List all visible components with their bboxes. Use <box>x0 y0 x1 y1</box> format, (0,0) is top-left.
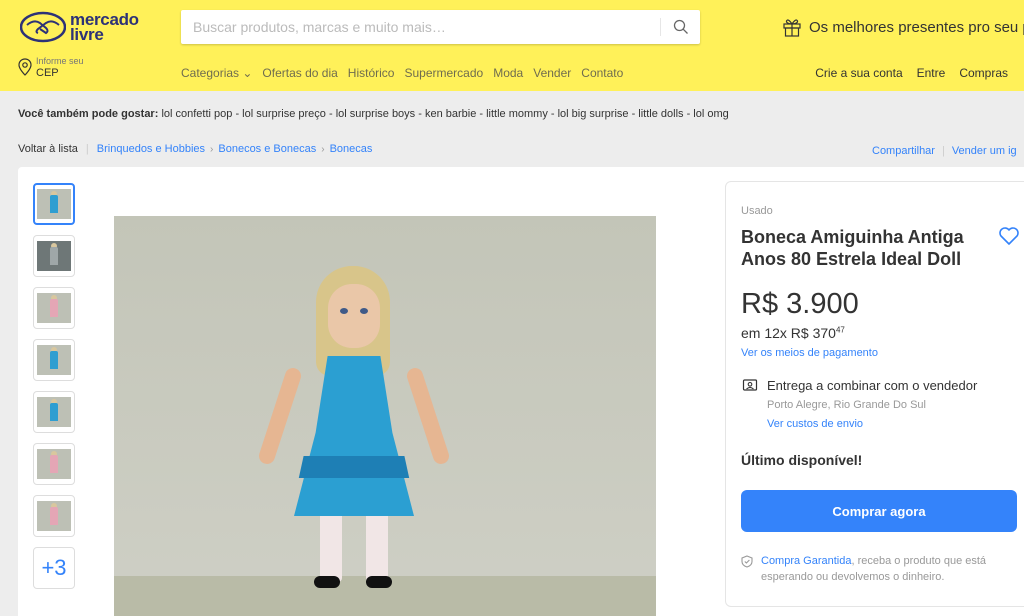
stock-status: Último disponível! <box>741 452 863 468</box>
cep-label: CEP <box>36 67 59 79</box>
product-title: Boneca Amiguinha Antiga Anos 80 Estrela … <box>741 227 964 269</box>
doll-eye <box>360 308 368 314</box>
thumbnail-image <box>37 293 71 323</box>
thumbnail-2[interactable] <box>33 235 75 277</box>
related-searches: Você também pode gostar: lol confetti po… <box>18 108 729 120</box>
sell-one-link[interactable]: Vender um ig <box>952 145 1017 157</box>
shipping-costs-link[interactable]: Ver custos de envio <box>767 418 863 430</box>
doll-shoe <box>314 576 340 588</box>
share-link[interactable]: Compartilhar <box>872 145 935 157</box>
thumbnail-3[interactable] <box>33 287 75 329</box>
thumbnail-4[interactable] <box>33 339 75 381</box>
mercado-livre-logo[interactable]: mercado livre <box>20 10 140 44</box>
doll-shoe <box>366 576 392 588</box>
nav-historico[interactable]: Histórico <box>348 66 395 80</box>
main-product-photo[interactable] <box>114 216 656 616</box>
back-to-list-link[interactable]: Voltar à lista <box>18 143 78 155</box>
installments-cents: 47 <box>835 325 845 335</box>
handshake-logo-icon <box>20 11 66 43</box>
guarantee-text-block: Compra Garantida, receba o produto que e… <box>761 553 1021 585</box>
installments-text: em 12x R$ 370 <box>741 325 836 341</box>
thumbnail-1[interactable] <box>33 183 75 225</box>
shipping-title: Entrega a combinar com o vendedor <box>767 378 978 393</box>
doll-leg <box>320 512 342 582</box>
search-input[interactable] <box>193 10 653 44</box>
shield-check-icon <box>741 555 753 568</box>
doll-leg <box>366 512 388 582</box>
product-price: R$ 3.900 <box>741 288 859 320</box>
location-pin-icon <box>18 58 32 76</box>
thumbnail-6[interactable] <box>33 443 75 485</box>
more-photos-button[interactable]: +3 <box>33 547 75 589</box>
thumbnail-image <box>37 397 71 427</box>
related-items[interactable]: lol confetti pop - lol surprise preço - … <box>161 108 728 120</box>
buy-now-button[interactable]: Comprar agora <box>741 490 1017 532</box>
heart-icon <box>999 227 1019 245</box>
share-bar: Compartilhar | Vender um ig <box>872 145 1017 157</box>
doll-eye <box>340 308 348 314</box>
related-label: Você também pode gostar: <box>18 108 159 120</box>
search-button[interactable] <box>661 10 700 44</box>
breadcrumb-item-bonecas[interactable]: Bonecas <box>330 143 373 155</box>
chevron-right-icon: › <box>321 143 325 155</box>
breadcrumb-separator: | <box>85 143 89 155</box>
buy-box: Usado Boneca Amiguinha Antiga Anos 80 Es… <box>725 181 1024 607</box>
thumbnail-image <box>37 241 71 271</box>
thumbnail-image <box>37 189 71 219</box>
nav-ofertas[interactable]: Ofertas do dia <box>262 66 337 80</box>
create-account-link[interactable]: Crie a sua conta <box>815 66 902 80</box>
thumbnail-image <box>37 501 71 531</box>
cep-label-small: Informe seu <box>36 56 84 66</box>
thumbnail-image <box>37 449 71 479</box>
share-separator: | <box>941 145 945 157</box>
gallery-thumbnails: +3 <box>33 183 75 599</box>
nav-contato[interactable]: Contato <box>581 66 623 80</box>
breadcrumb: Voltar à lista | Brinquedos e Hobbies › … <box>18 143 372 155</box>
logo-text: mercado livre <box>70 11 139 44</box>
thumbnail-7[interactable] <box>33 495 75 537</box>
doll-face <box>328 284 380 348</box>
installments: em 12x R$ 37047 <box>741 325 845 341</box>
header: mercado livre Os melhores presentes pro … <box>0 0 1024 91</box>
nav-vender[interactable]: Vender <box>533 66 571 80</box>
gift-icon <box>783 19 801 37</box>
guarantee-link[interactable]: Compra Garantida <box>761 555 852 567</box>
doll-dress-band <box>298 456 410 478</box>
cep-selector[interactable]: Informe seu CEP <box>18 55 84 79</box>
breadcrumb-item-bonecos[interactable]: Bonecos e Bonecas <box>218 143 316 155</box>
nav-supermercado[interactable]: Supermercado <box>404 66 483 80</box>
search-icon <box>673 19 688 34</box>
nav-categorias[interactable]: Categorias ⌄ <box>181 66 252 80</box>
search-bar <box>181 10 700 44</box>
logo-line-2: livre <box>70 25 104 44</box>
thumbnail-image <box>37 345 71 375</box>
user-nav: Crie a sua conta Entre Compras <box>801 66 1008 80</box>
chevron-right-icon: › <box>210 143 214 155</box>
nav-moda[interactable]: Moda <box>493 66 523 80</box>
main-nav: Categorias ⌄ Ofertas do dia Histórico Su… <box>181 66 633 80</box>
login-link[interactable]: Entre <box>917 66 946 80</box>
pickup-icon <box>742 379 758 391</box>
favorite-button[interactable] <box>998 226 1020 251</box>
more-photos-label: +3 <box>41 555 67 580</box>
promo-banner[interactable]: Os melhores presentes pro seu p <box>782 17 1024 37</box>
purchases-link[interactable]: Compras <box>959 66 1008 80</box>
thumbnail-5[interactable] <box>33 391 75 433</box>
shipping-location: Porto Alegre, Rio Grande Do Sul <box>767 399 926 411</box>
condition-label: Usado <box>741 205 773 217</box>
purchase-guarantee: Compra Garantida, receba o produto que e… <box>741 553 1021 585</box>
promo-text: Os melhores presentes pro seu p <box>809 18 1024 36</box>
breadcrumb-item-brinquedos[interactable]: Brinquedos e Hobbies <box>97 143 205 155</box>
payment-methods-link[interactable]: Ver os meios de pagamento <box>741 347 878 359</box>
